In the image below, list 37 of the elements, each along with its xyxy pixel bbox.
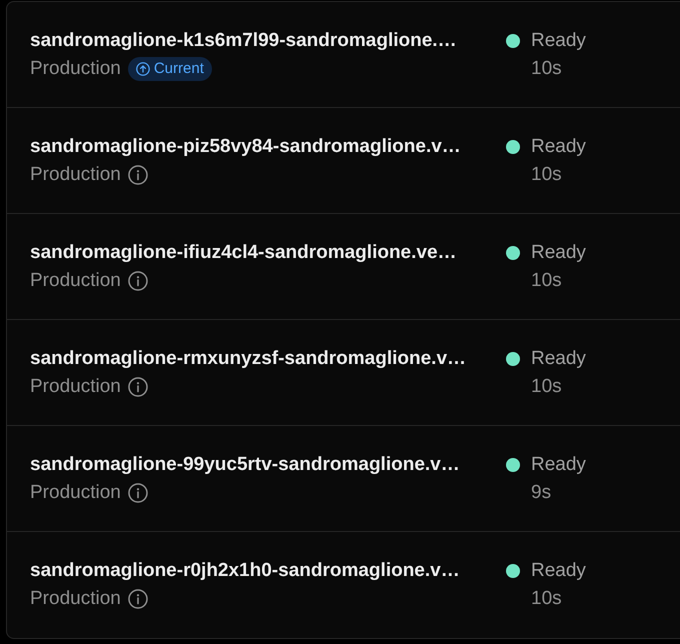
deployment-row[interactable]: sandromaglione-r0jh2x1h0-sandromaglione.v… Production Ready 10s xyxy=(7,532,680,638)
environment-label: Production xyxy=(30,374,121,398)
status-label: Ready xyxy=(531,346,586,370)
current-label: Current xyxy=(154,58,204,78)
deployment-age: 10s xyxy=(531,374,563,398)
deployment-url[interactable]: sandromaglione-99yuc5rtv-sandromaglione.v… xyxy=(30,452,506,476)
deployment-age: 9s xyxy=(531,480,552,504)
deployment-row[interactable]: sandromaglione-rmxunyzsf-sandromaglione.v… Production Ready 10s xyxy=(7,320,680,426)
status-label: Ready xyxy=(531,559,586,583)
deployment-url[interactable]: sandromaglione-ifiuz4cl4-sandromaglione.ve… xyxy=(30,240,506,264)
status-label: Ready xyxy=(531,452,586,476)
deployment-url[interactable]: sandromaglione-k1s6m7l99-sandromaglione.… xyxy=(30,28,506,52)
deployment-url[interactable]: sandromaglione-rmxunyzsf-sandromaglione.v… xyxy=(30,346,506,370)
environment-label: Production xyxy=(30,480,121,504)
status-label: Ready xyxy=(531,134,586,158)
deployment-row[interactable]: sandromaglione-99yuc5rtv-sandromaglione.v… Production Ready 9s xyxy=(7,426,680,532)
deployment-row[interactable]: sandromaglione-ifiuz4cl4-sandromaglione.ve… Production Ready 10s xyxy=(7,214,680,320)
status-label: Ready xyxy=(531,240,586,264)
deployment-row[interactable]: sandromaglione-piz58vy84-sandromaglione.v… Production Ready 10s xyxy=(7,108,680,214)
info-icon[interactable] xyxy=(128,376,148,396)
info-icon[interactable] xyxy=(128,482,148,502)
deployment-age: 10s xyxy=(531,162,563,186)
info-icon[interactable] xyxy=(128,164,148,184)
deployment-url[interactable]: sandromaglione-piz58vy84-sandromaglione.v… xyxy=(30,134,506,158)
environment-label: Production xyxy=(30,587,121,611)
deployment-age: 10s xyxy=(531,587,563,611)
info-icon[interactable] xyxy=(128,270,148,290)
environment-label: Production xyxy=(30,268,121,292)
info-icon[interactable] xyxy=(128,589,148,609)
environment-label: Production xyxy=(30,56,121,80)
status-label: Ready xyxy=(531,28,586,52)
deployment-url[interactable]: sandromaglione-r0jh2x1h0-sandromaglione.v… xyxy=(30,559,506,583)
deployment-age: 10s xyxy=(531,56,563,80)
environment-label: Production xyxy=(30,162,121,186)
deployment-age: 10s xyxy=(531,268,563,292)
deployment-row[interactable]: sandromaglione-k1s6m7l99-sandromaglione.… Production Current Ready 10s xyxy=(7,2,680,108)
arrow-up-circle-icon xyxy=(136,62,150,76)
